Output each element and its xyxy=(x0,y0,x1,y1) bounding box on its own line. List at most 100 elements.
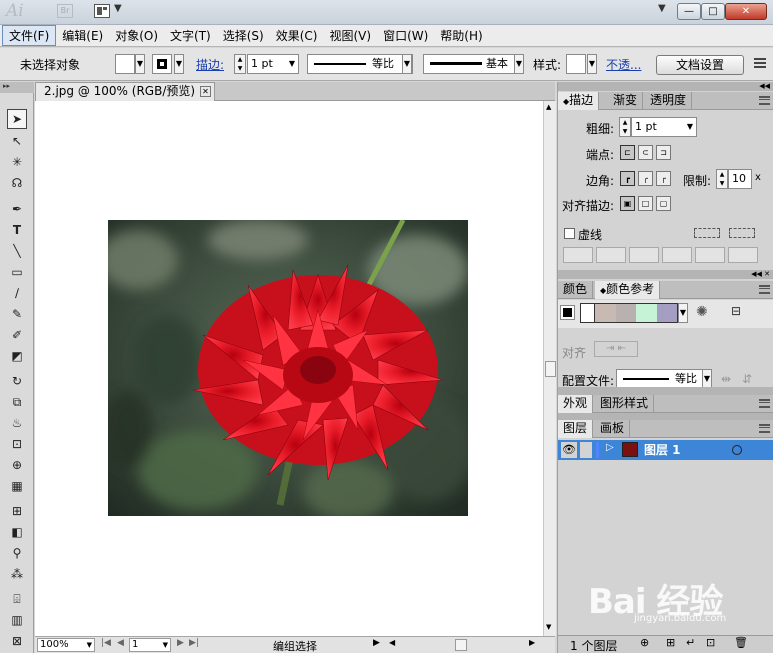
pen-tool-icon[interactable]: ✒ xyxy=(7,199,27,219)
gap-field-2[interactable] xyxy=(662,247,692,263)
type-tool-icon[interactable]: T xyxy=(7,220,27,240)
dock-grip[interactable]: ◀◀ xyxy=(558,82,773,91)
menu-window[interactable]: 窗口(W) xyxy=(377,26,434,45)
menu-edit[interactable]: 编辑(E) xyxy=(56,26,109,45)
scroll-left-icon[interactable]: ◀ xyxy=(389,638,395,647)
rectangle-tool-icon[interactable]: ▭ xyxy=(7,262,27,282)
harmony-swatch-2[interactable] xyxy=(615,304,636,322)
tab-transparency[interactable]: 透明度 xyxy=(645,92,693,110)
tools-collapse-icon[interactable]: ▸▸ xyxy=(0,82,34,93)
stroke-panel-menu-icon[interactable] xyxy=(759,96,770,105)
tab-layers[interactable]: 图层 xyxy=(558,420,594,438)
shape-builder-tool-icon[interactable]: ⊕ xyxy=(7,455,27,475)
dashed-line-checkbox[interactable] xyxy=(564,228,575,239)
flip-across-icon[interactable]: ⇵ xyxy=(742,372,752,386)
layer-row[interactable]: 👁 ▷ 图层 1 xyxy=(558,440,773,460)
harmony-swatch-4[interactable] xyxy=(656,304,677,322)
next-artboard-icon[interactable]: ▶ xyxy=(177,638,184,648)
tab-stroke[interactable]: ◆描边 xyxy=(558,92,600,110)
round-join-icon[interactable]: ╭ xyxy=(638,171,653,186)
dash-field-2[interactable] xyxy=(629,247,659,263)
status-menu-icon[interactable]: ▶ xyxy=(373,638,380,648)
locate-object-icon[interactable]: ⊕ xyxy=(640,636,649,649)
tab-artboards[interactable]: 画板 xyxy=(595,420,631,438)
stroke-swatch[interactable] xyxy=(152,54,172,74)
minimize-button[interactable]: — xyxy=(677,3,701,20)
scroll-up-icon[interactable]: ▲ xyxy=(546,103,551,111)
align-center-icon[interactable]: ▣ xyxy=(620,196,635,211)
status-text[interactable]: 编组选择 xyxy=(273,638,317,653)
paintbrush-tool-icon[interactable]: ∕ xyxy=(7,283,27,303)
blend-tool-icon[interactable]: ⁂ xyxy=(7,564,27,584)
last-artboard-icon[interactable]: ▶| xyxy=(189,638,199,648)
appearance-panel-menu-icon[interactable] xyxy=(759,399,770,408)
limit-field[interactable]: 10 xyxy=(728,169,752,189)
butt-cap-icon[interactable]: ⊏ xyxy=(620,145,635,160)
menu-select[interactable]: 选择(S) xyxy=(217,26,270,45)
save-swatch-group-icon[interactable]: ⊟ xyxy=(731,304,741,318)
profile-field[interactable]: 等比 xyxy=(616,369,712,389)
visibility-eye-icon[interactable]: 👁 xyxy=(561,442,577,458)
bevel-join-icon[interactable]: ┌ xyxy=(656,171,671,186)
tab-color-guide[interactable]: ◆颜色参考 xyxy=(595,281,661,299)
color-group-grip[interactable]: ◀◀ ✕ xyxy=(558,270,773,279)
magic-wand-tool-icon[interactable]: ✳ xyxy=(7,152,27,172)
dash-align-icon[interactable] xyxy=(729,228,755,238)
lock-toggle[interactable] xyxy=(580,442,592,458)
color-group-close-icon[interactable]: ◀◀ ✕ xyxy=(751,270,770,278)
scroll-right-icon[interactable]: ▶ xyxy=(529,638,535,647)
brush-dropdown-icon[interactable]: ▼ xyxy=(514,54,524,74)
scroll-thumb[interactable] xyxy=(545,361,556,377)
scale-tool-icon[interactable]: ⧉ xyxy=(7,392,27,412)
artboard-number-field[interactable]: 1 ▼ xyxy=(129,638,171,652)
fill-dropdown-icon[interactable]: ▼ xyxy=(135,54,145,74)
gap-field-1[interactable] xyxy=(596,247,626,263)
column-graph-tool-icon[interactable]: ▥ xyxy=(7,610,27,630)
close-button[interactable]: ✕ xyxy=(725,3,767,20)
perspective-grid-tool-icon[interactable]: ▦ xyxy=(7,476,27,496)
harmony-swatch-white[interactable] xyxy=(581,304,595,322)
arrange-dropdown-icon[interactable]: ▼ xyxy=(114,3,122,14)
variable-width-profile[interactable]: 等比 xyxy=(307,54,413,74)
new-sublayer-icon[interactable]: ↵ xyxy=(686,636,695,649)
document-setup-button[interactable]: 文档设置 xyxy=(656,55,744,75)
stroke-weight-stepper[interactable]: ▲ ▼ xyxy=(234,54,246,74)
expand-triangle-icon[interactable]: ▷ xyxy=(606,442,614,453)
flip-along-icon[interactable]: ⇹ xyxy=(721,372,731,386)
line-tool-icon[interactable]: ╲ xyxy=(7,241,27,261)
control-bar-menu-icon[interactable] xyxy=(754,58,766,68)
profile-dropdown-icon[interactable]: ▼ xyxy=(402,54,412,74)
color-wheel-icon[interactable]: ✺ xyxy=(696,304,708,320)
make-clipping-mask-icon[interactable]: ⊞ xyxy=(666,636,675,649)
menu-help[interactable]: 帮助(H) xyxy=(434,26,488,45)
menu-object[interactable]: 对象(O) xyxy=(109,26,164,45)
menu-type[interactable]: 文字(T) xyxy=(164,26,217,45)
collapse-dock-icon[interactable]: ◀◀ xyxy=(759,82,770,90)
lasso-tool-icon[interactable]: ☊ xyxy=(7,173,27,193)
harmony-swatches[interactable] xyxy=(580,303,678,323)
gradient-tool-icon[interactable]: ◧ xyxy=(7,522,27,542)
weight-field[interactable]: 1 pt ▼ xyxy=(631,117,697,137)
base-color-swatch[interactable] xyxy=(560,305,575,320)
harmony-swatch-3[interactable] xyxy=(636,304,657,322)
close-tab-icon[interactable]: ✕ xyxy=(200,86,211,97)
tab-graphic-styles[interactable]: 图形样式 xyxy=(595,395,655,413)
weight-stepper[interactable]: ▲ ▼ xyxy=(619,117,631,137)
direct-selection-tool-icon[interactable]: ↖ xyxy=(7,131,27,151)
scroll-down-icon[interactable]: ▼ xyxy=(546,623,551,631)
harmony-dropdown-icon[interactable]: ▼ xyxy=(678,303,688,323)
style-dropdown-icon[interactable]: ▼ xyxy=(587,54,597,74)
align-art-icon[interactable]: ⇥ ⇤ xyxy=(594,341,638,357)
free-transform-tool-icon[interactable]: ⊡ xyxy=(7,434,27,454)
limit-stepper[interactable]: ▲ ▼ xyxy=(716,169,728,189)
profile-select-dropdown-icon[interactable]: ▼ xyxy=(702,369,712,389)
placed-image[interactable] xyxy=(108,220,468,516)
selection-tool-icon[interactable]: ➤ xyxy=(7,109,27,129)
layer-target-icon[interactable] xyxy=(732,445,742,455)
color-panel-menu-icon[interactable] xyxy=(759,285,770,294)
dash-field-1[interactable] xyxy=(563,247,593,263)
warp-tool-icon[interactable]: ♨ xyxy=(7,413,27,433)
document-tab[interactable]: 2.jpg @ 100% (RGB/预览) ✕ xyxy=(35,82,215,101)
first-artboard-icon[interactable]: |◀ xyxy=(101,638,111,648)
dash-corner-icon[interactable] xyxy=(694,228,720,238)
